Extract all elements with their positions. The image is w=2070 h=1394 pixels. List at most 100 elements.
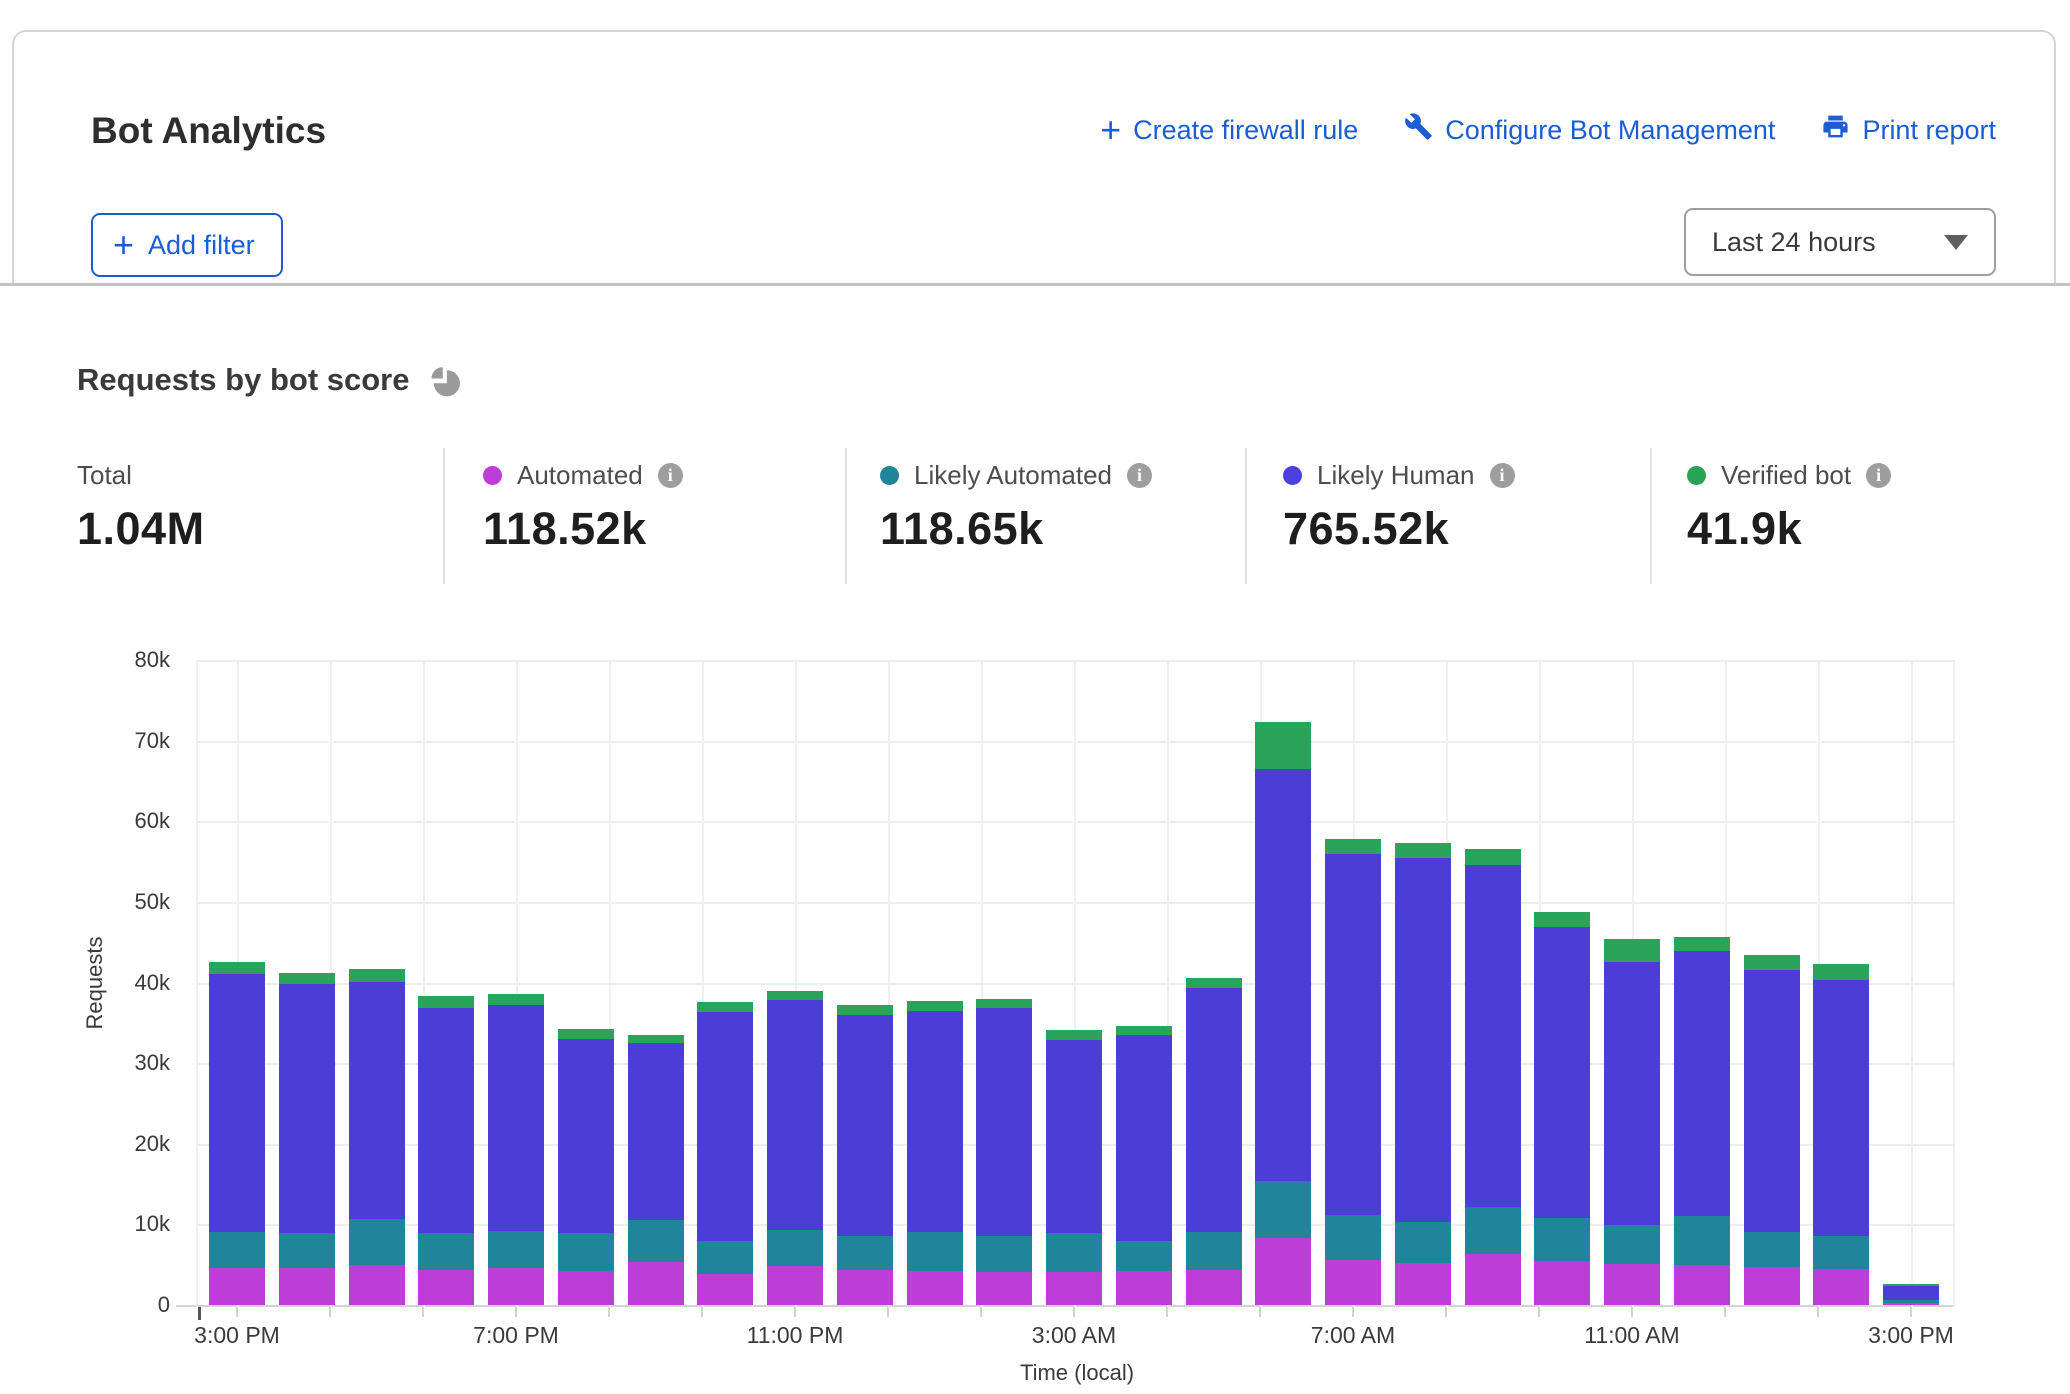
axis-tick [1817, 1307, 1819, 1317]
segment-likely-human [907, 1011, 963, 1233]
segment-likely-human [976, 1008, 1032, 1235]
segment-verified-bot [1395, 843, 1451, 858]
segment-likely-automated [1186, 1232, 1242, 1271]
segment-likely-automated [558, 1233, 614, 1271]
chart-bar-1000am [1534, 912, 1590, 1305]
stat-verified-bot-value: 41.9k [1687, 503, 1891, 555]
y-tick-label: 30k [40, 1050, 170, 1076]
segment-likely-automated [837, 1236, 893, 1270]
stat-separator [1245, 448, 1247, 584]
stat-separator [845, 448, 847, 584]
create-firewall-rule-link[interactable]: + Create firewall rule [1100, 115, 1358, 146]
segment-automated [209, 1268, 265, 1305]
stat-total-label: Total [77, 460, 132, 491]
segment-likely-automated [418, 1233, 474, 1270]
segment-automated [1186, 1270, 1242, 1305]
x-tick-label: 11:00 PM [695, 1322, 895, 1349]
stat-likely-automated: Likely Automated i 118.65k [880, 460, 1152, 555]
info-icon[interactable]: i [1490, 463, 1515, 488]
y-tick-label: 10k [40, 1211, 170, 1237]
segment-automated [1604, 1264, 1660, 1305]
stat-separator [1650, 448, 1652, 584]
info-icon[interactable]: i [1866, 463, 1891, 488]
chart-bar-100pm [1744, 955, 1800, 1305]
segment-likely-human [418, 1008, 474, 1233]
segment-verified-bot [1255, 722, 1311, 769]
chart-bar-600pm [418, 996, 474, 1305]
stat-likely-human-label: Likely Human [1317, 460, 1475, 491]
likely-automated-dot-icon [880, 466, 899, 485]
header-actions: + Create firewall rule Configure Bot Man… [1100, 112, 1996, 148]
segment-likely-human [1395, 858, 1451, 1222]
plus-icon: + [113, 232, 134, 258]
v-gridline [196, 660, 198, 1307]
segment-automated [767, 1266, 823, 1306]
info-icon[interactable]: i [658, 463, 683, 488]
y-tick-label: 50k [40, 889, 170, 915]
segment-likely-human [1465, 865, 1521, 1208]
segment-automated [418, 1270, 474, 1305]
segment-automated [628, 1262, 684, 1305]
verified-bot-dot-icon [1687, 466, 1706, 485]
segment-likely-human [1534, 927, 1590, 1218]
segment-likely-automated [1255, 1181, 1311, 1238]
print-report-label: Print report [1862, 115, 1996, 146]
segment-likely-automated [1883, 1300, 1939, 1302]
segment-likely-automated [209, 1232, 265, 1267]
axis-tick [1910, 1307, 1912, 1317]
segment-likely-automated [767, 1230, 823, 1265]
chart-bar-600am [1255, 722, 1311, 1305]
segment-verified-bot [767, 991, 823, 1001]
segment-automated [1325, 1260, 1381, 1305]
segment-likely-human [1116, 1035, 1172, 1241]
segment-verified-bot [488, 994, 544, 1005]
stat-total: Total 1.04M [77, 460, 205, 555]
segment-verified-bot [279, 973, 335, 984]
x-tick-label: 3:00 PM [137, 1322, 337, 1349]
segment-verified-bot [1744, 955, 1800, 970]
chart-bar-500pm [349, 969, 405, 1305]
segment-likely-human [279, 984, 335, 1233]
segment-likely-human [1604, 962, 1660, 1226]
segment-likely-human [558, 1039, 614, 1233]
print-report-link[interactable]: Print report [1821, 112, 1996, 148]
segment-likely-automated [279, 1233, 335, 1268]
chart-bar-900am [1465, 849, 1521, 1305]
segment-likely-human [349, 982, 405, 1219]
chart-bar-200am [976, 999, 1032, 1305]
configure-bot-management-link[interactable]: Configure Bot Management [1404, 112, 1775, 148]
axis-origin-tick [198, 1307, 201, 1320]
time-range-select[interactable]: Last 24 hours [1684, 208, 1996, 276]
stat-likely-human-value: 765.52k [1283, 503, 1515, 555]
configure-bot-management-label: Configure Bot Management [1445, 115, 1775, 146]
chart-title: Requests by bot score [77, 362, 409, 398]
stat-verified-bot-label: Verified bot [1721, 460, 1851, 491]
segment-verified-bot [209, 962, 265, 974]
add-filter-button[interactable]: + Add filter [91, 213, 283, 277]
stat-automated: Automated i 118.52k [483, 460, 683, 555]
add-filter-label: Add filter [148, 230, 255, 261]
chart-bar-400pm [279, 973, 335, 1305]
segment-automated [837, 1270, 893, 1305]
chart-bar-300pm [1883, 1284, 1939, 1305]
info-icon[interactable]: i [1127, 463, 1152, 488]
v-gridline [1953, 660, 1955, 1307]
stat-likely-automated-value: 118.65k [880, 503, 1152, 555]
segment-automated [1395, 1263, 1451, 1305]
y-tick-label: 20k [40, 1131, 170, 1157]
segment-likely-automated [628, 1220, 684, 1262]
axis-tick [422, 1307, 424, 1317]
stat-automated-value: 118.52k [483, 503, 683, 555]
axis-tick [1259, 1307, 1261, 1317]
segment-likely-automated [1813, 1236, 1869, 1268]
create-firewall-rule-label: Create firewall rule [1133, 115, 1358, 146]
stat-likely-human: Likely Human i 765.52k [1283, 460, 1515, 555]
chart-bar-800am [1395, 843, 1451, 1305]
segment-automated [1255, 1238, 1311, 1305]
segment-likely-human [209, 974, 265, 1232]
segment-likely-automated [907, 1232, 963, 1271]
segment-automated [1465, 1254, 1521, 1305]
segment-verified-bot [1116, 1026, 1172, 1035]
segment-likely-human [767, 1000, 823, 1230]
chart-bar-900pm [628, 1035, 684, 1305]
